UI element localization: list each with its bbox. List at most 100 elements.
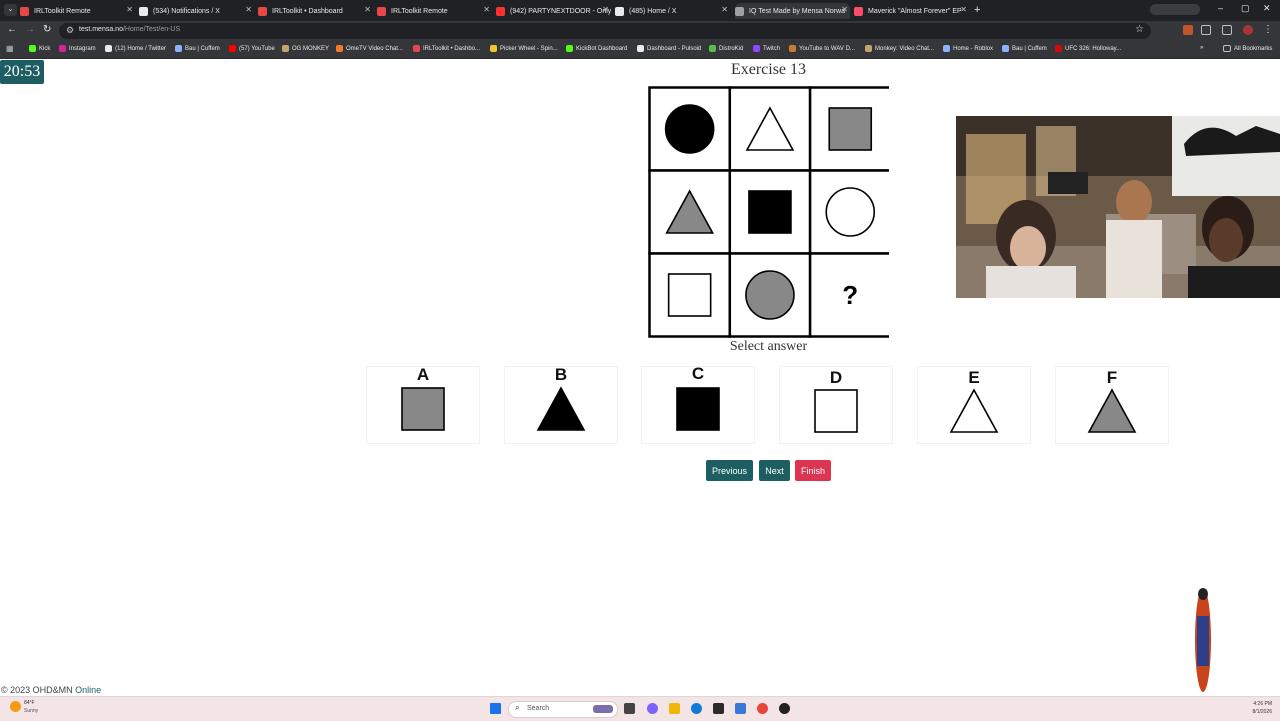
browser-tab[interactable]: IRLToolkit Remote ✕: [20, 3, 135, 19]
file-explorer-icon[interactable]: [669, 703, 680, 714]
bookmark-favicon-icon: [865, 45, 872, 52]
reload-icon[interactable]: ↻: [43, 24, 51, 35]
weather-condition: Sunny: [24, 708, 39, 714]
copyright-text: © 2023 OHD&MN: [1, 685, 73, 695]
tab-close-icon[interactable]: ✕: [602, 5, 609, 14]
bookmark-item[interactable]: KickBot Dashboard: [566, 45, 627, 52]
tab-search-button[interactable]: ⌄: [4, 4, 17, 16]
bookmark-favicon-icon: [753, 45, 760, 52]
black-square-shape: [748, 190, 792, 234]
bookmark-item[interactable]: Instagram: [59, 45, 96, 52]
chrome-icon[interactable]: [757, 703, 768, 714]
bookmark-label: YouTube to WAV D...: [799, 45, 855, 52]
close-window-icon[interactable]: ✕: [1263, 3, 1271, 14]
profile-avatar-icon[interactable]: [1243, 25, 1253, 35]
browser-tab[interactable]: IRLToolkit Remote ✕: [377, 3, 492, 19]
mail-icon[interactable]: [735, 703, 746, 714]
profile-button[interactable]: [1150, 4, 1200, 15]
address-bar[interactable]: ⚙ test.mensa.no/Home/Test/en-US ☆: [59, 23, 1151, 39]
extension-icon[interactable]: [1183, 25, 1193, 35]
apps-grid-icon[interactable]: ▦: [6, 44, 14, 53]
answer-option-b[interactable]: B: [504, 365, 618, 444]
bookmark-favicon-icon: [413, 45, 420, 52]
back-icon[interactable]: ←: [7, 24, 17, 35]
minimize-icon[interactable]: –: [1218, 3, 1223, 13]
bookmark-item[interactable]: (57) YouTube: [229, 45, 275, 52]
edge-icon[interactable]: [691, 703, 702, 714]
bookmark-favicon-icon: [637, 45, 644, 52]
taskbar-clock[interactable]: 4:26 PM 8/1/2026: [1232, 700, 1272, 716]
browser-tab[interactable]: (942) PARTYNEXTDOOR - Only ✕: [496, 3, 611, 19]
bookmark-item[interactable]: DistroKid: [709, 45, 743, 52]
bookmark-star-icon[interactable]: ☆: [1135, 24, 1144, 35]
all-bookmarks-button[interactable]: All Bookmarks: [1223, 45, 1272, 52]
bookmark-label: OmeTV Video Chat...: [346, 45, 403, 52]
answer-option-c[interactable]: C: [641, 364, 755, 444]
exercise-title: Exercise 13: [730, 61, 807, 78]
forward-icon[interactable]: →: [25, 24, 35, 35]
side-panel-icon[interactable]: [1222, 25, 1232, 35]
browser-tab[interactable]: (534) Notifications / X ✕: [139, 3, 254, 19]
bookmark-item[interactable]: Bau | Cuffem: [175, 45, 220, 52]
bookmark-favicon-icon: [566, 45, 573, 52]
bookmark-item[interactable]: Picker Wheel - Spin...: [490, 45, 558, 52]
bookmark-item[interactable]: Dashboard - Pulsoid: [637, 45, 701, 52]
answer-option-d[interactable]: D: [779, 366, 893, 444]
browser-tab[interactable]: Maverick "Almost Forever" EP ✕: [854, 3, 969, 19]
tab-close-icon[interactable]: ✕: [245, 5, 252, 14]
bookmark-item[interactable]: Kick: [29, 45, 50, 52]
answer-option-a[interactable]: A: [366, 365, 480, 444]
webcam-overlay: [956, 116, 1280, 298]
copilot-icon[interactable]: [647, 703, 658, 714]
task-view-icon[interactable]: [624, 703, 635, 714]
bookmark-item[interactable]: Bau | Cuffem: [1002, 45, 1047, 52]
extensions-puzzle-icon[interactable]: [1201, 25, 1211, 35]
menu-kebab-icon[interactable]: ⋮: [1263, 24, 1273, 35]
white-square-shape: [814, 389, 858, 433]
tab-close-icon[interactable]: ✕: [483, 5, 490, 14]
bookmark-item[interactable]: OmeTV Video Chat...: [336, 45, 403, 52]
tab-close-icon[interactable]: ✕: [960, 5, 967, 14]
start-button[interactable]: [490, 703, 501, 714]
bookmark-label: KickBot Dashboard: [576, 45, 628, 52]
next-button[interactable]: Next: [759, 460, 790, 481]
previous-button[interactable]: Previous: [706, 460, 753, 481]
finish-button[interactable]: Finish: [795, 460, 831, 481]
browser-tab[interactable]: IQ Test Made by Mensa Norwa ✕: [735, 3, 850, 19]
bookmark-item[interactable]: Monkey: Video Chat...: [865, 45, 934, 52]
tab-close-icon[interactable]: ✕: [721, 5, 728, 14]
url-path: /Home/Test/en-US: [122, 26, 181, 33]
more-bookmarks-button[interactable]: »: [1200, 45, 1203, 51]
answer-option-e[interactable]: E: [917, 366, 1031, 444]
tab-favicon-icon: [139, 6, 148, 16]
store-icon[interactable]: [713, 703, 724, 714]
maximize-icon[interactable]: ▢: [1241, 3, 1250, 14]
taskbar-search[interactable]: ⌕ Search: [508, 701, 618, 718]
bookmark-item[interactable]: Twitch: [753, 45, 780, 52]
browser-tab[interactable]: (485) Home / X ✕: [615, 3, 730, 19]
bookmark-item[interactable]: (12) Home / Twitter: [105, 45, 166, 52]
tab-close-icon[interactable]: ✕: [126, 5, 133, 14]
bookmark-item[interactable]: Home - Roblox: [943, 45, 993, 52]
bookmark-item[interactable]: UFC 326: Holloway...: [1055, 45, 1121, 52]
new-tab-button[interactable]: +: [974, 4, 980, 16]
tab-label: IRLToolkit Remote: [34, 7, 91, 15]
gray-square-shape: [401, 387, 445, 431]
bookmark-favicon-icon: [789, 45, 796, 52]
bookmark-label: Instagram: [69, 45, 96, 52]
bookmark-item[interactable]: OG MONKEY: [282, 45, 329, 52]
tab-close-icon[interactable]: ✕: [364, 5, 371, 14]
bookmark-item[interactable]: IRLToolkit • Dashbo...: [413, 45, 480, 52]
footer-link[interactable]: Online: [75, 685, 101, 695]
app-icon[interactable]: [779, 703, 790, 714]
bookmark-label: DistroKid: [719, 45, 744, 52]
bookmark-favicon-icon: [282, 45, 289, 52]
tab-close-icon[interactable]: ✕: [841, 5, 848, 14]
tab-label: (485) Home / X: [629, 7, 677, 15]
answer-option-f[interactable]: F: [1055, 366, 1169, 444]
browser-tab[interactable]: IRLToolkit • Dashboard ✕: [258, 3, 373, 19]
bookmark-favicon-icon: [175, 45, 182, 52]
bookmark-item[interactable]: YouTube to WAV D...: [789, 45, 855, 52]
site-info-icon[interactable]: ⚙: [66, 25, 74, 36]
answer-option-figure: [676, 387, 720, 431]
